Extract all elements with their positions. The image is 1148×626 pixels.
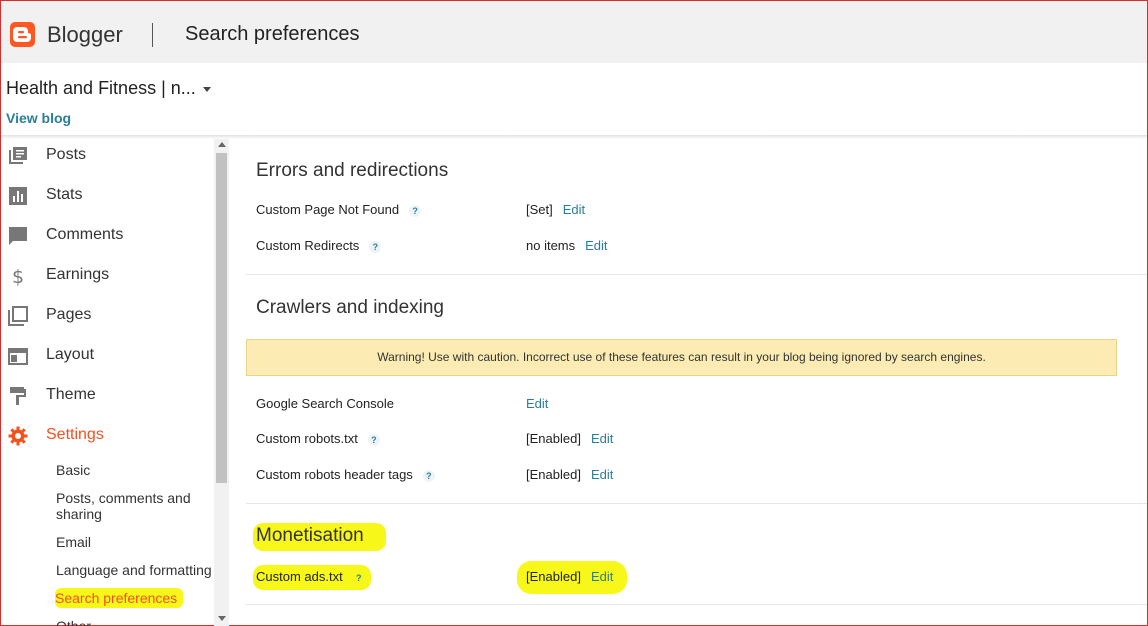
settings-sub-language-formatting[interactable]: Language and formatting bbox=[56, 562, 213, 578]
setting-label-google-search-console: Google Search Console bbox=[256, 396, 394, 411]
paint-roller-icon bbox=[8, 386, 28, 406]
sidebar-item-theme[interactable]: Theme bbox=[1, 381, 213, 411]
settings-sub-basic[interactable]: Basic bbox=[56, 462, 213, 478]
main-content: Errors and redirections Custom Page Not … bbox=[231, 139, 1147, 626]
sidebar-item-label: Comments bbox=[46, 226, 124, 243]
scroll-up-arrow-icon[interactable] bbox=[218, 142, 226, 147]
setting-value-custom-robots-txt: [Enabled] Edit bbox=[526, 431, 613, 446]
page-title: Search preferences bbox=[185, 23, 360, 45]
sidebar-item-settings[interactable]: Settings bbox=[1, 421, 213, 451]
posts-icon bbox=[8, 146, 28, 166]
setting-value-custom-page-not-found: [Set] Edit bbox=[526, 202, 585, 217]
help-icon[interactable]: ? bbox=[422, 469, 435, 482]
scroll-down-arrow-icon[interactable] bbox=[218, 616, 226, 621]
setting-value-text: [Set] bbox=[526, 202, 553, 217]
sidebar-item-label: Stats bbox=[46, 186, 83, 203]
setting-label-custom-ads-txt: Custom ads.txt? bbox=[253, 565, 371, 590]
setting-label-text: Custom Page Not Found bbox=[256, 202, 400, 217]
sidebar-item-posts[interactable]: Posts bbox=[1, 141, 213, 171]
header-divider bbox=[152, 23, 153, 47]
section-title-errors: Errors and redirections bbox=[256, 160, 449, 181]
setting-label-text: Custom robots header tags bbox=[256, 467, 413, 482]
setting-label-custom-redirects: Custom Redirects? bbox=[256, 238, 382, 253]
edit-link[interactable]: Edit bbox=[563, 202, 585, 217]
edit-link[interactable]: Edit bbox=[591, 569, 613, 584]
blog-selector[interactable]: Health and Fitness | n... bbox=[6, 78, 196, 99]
setting-value-text: [Enabled] bbox=[526, 569, 581, 584]
section-divider bbox=[246, 604, 1147, 605]
svg-text:$: $ bbox=[12, 266, 24, 286]
section-title-crawlers: Crawlers and indexing bbox=[256, 297, 444, 318]
setting-value-custom-ads-txt: [Enabled] Edit bbox=[517, 561, 628, 594]
help-icon[interactable]: ? bbox=[409, 204, 422, 217]
help-icon[interactable]: ? bbox=[367, 433, 380, 446]
sidebar-item-label: Layout bbox=[46, 346, 95, 363]
sidebar-item-label: Theme bbox=[46, 386, 96, 403]
setting-value-text: [Enabled] bbox=[526, 431, 581, 446]
dollar-icon: $ bbox=[8, 266, 28, 286]
warning-banner: Warning! Use with caution. Incorrect use… bbox=[246, 339, 1117, 376]
edit-link[interactable]: Edit bbox=[591, 467, 613, 482]
layout-icon bbox=[8, 346, 28, 366]
sidebar-scrollbar[interactable] bbox=[214, 139, 229, 626]
pages-icon bbox=[8, 306, 28, 326]
blogger-logo-icon[interactable] bbox=[10, 22, 35, 47]
setting-value-text: no items bbox=[526, 238, 576, 253]
setting-value-custom-redirects: no items Edit bbox=[526, 238, 608, 253]
scroll-thumb[interactable] bbox=[216, 153, 227, 483]
gear-icon bbox=[8, 426, 28, 446]
settings-sub-posts-comments-sharing[interactable]: Posts, comments and sharing bbox=[56, 490, 213, 522]
sidebar-item-label: Settings bbox=[46, 426, 104, 443]
sidebar-item-stats[interactable]: Stats bbox=[1, 181, 213, 211]
caret-down-icon[interactable] bbox=[203, 87, 211, 92]
top-bar: Blogger Search preferences bbox=[1, 1, 1147, 63]
sidebar-item-label: Posts bbox=[46, 146, 87, 163]
view-blog-link[interactable]: View blog bbox=[6, 110, 71, 126]
setting-label-custom-page-not-found: Custom Page Not Found? bbox=[256, 202, 422, 217]
sidebar-item-layout[interactable]: Layout bbox=[1, 341, 213, 371]
edit-link[interactable]: Edit bbox=[585, 238, 607, 253]
setting-label-custom-robots-txt: Custom robots.txt? bbox=[256, 431, 380, 446]
setting-label-text: Custom robots.txt bbox=[256, 431, 358, 446]
sidebar-item-comments[interactable]: Comments bbox=[1, 221, 213, 251]
help-icon[interactable]: ? bbox=[369, 240, 382, 253]
section-divider bbox=[246, 274, 1147, 275]
sidebar-item-label: Pages bbox=[46, 306, 92, 323]
sidebar: Posts Stats Comments $ Earnings Pages La… bbox=[1, 139, 213, 626]
comments-icon bbox=[8, 226, 28, 246]
sidebar-item-earnings[interactable]: $ Earnings bbox=[1, 261, 213, 291]
stats-icon bbox=[8, 186, 28, 206]
settings-sub-email[interactable]: Email bbox=[56, 534, 213, 550]
setting-value-google-search-console: Edit bbox=[526, 396, 548, 411]
setting-label-text: Google Search Console bbox=[256, 396, 395, 411]
section-title-monetisation: Monetisation bbox=[253, 523, 386, 551]
setting-label-text: Custom ads.txt bbox=[256, 569, 343, 584]
setting-value-text: [Enabled] bbox=[526, 467, 581, 482]
settings-sub-other[interactable]: Other bbox=[56, 618, 213, 626]
setting-value-custom-robots-header-tags: [Enabled] Edit bbox=[526, 467, 613, 482]
help-icon[interactable]: ? bbox=[353, 572, 365, 584]
brand-name[interactable]: Blogger bbox=[47, 22, 123, 48]
edit-link[interactable]: Edit bbox=[526, 396, 548, 411]
sidebar-item-label: Earnings bbox=[46, 266, 110, 283]
setting-label-text: Custom Redirects bbox=[256, 238, 360, 253]
setting-label-custom-robots-header-tags: Custom robots header tags? bbox=[256, 467, 435, 482]
settings-sub-search-preferences[interactable]: Search preferences bbox=[55, 588, 183, 608]
edit-link[interactable]: Edit bbox=[591, 431, 613, 446]
section-divider bbox=[246, 503, 1147, 504]
sidebar-item-pages[interactable]: Pages bbox=[1, 301, 213, 331]
